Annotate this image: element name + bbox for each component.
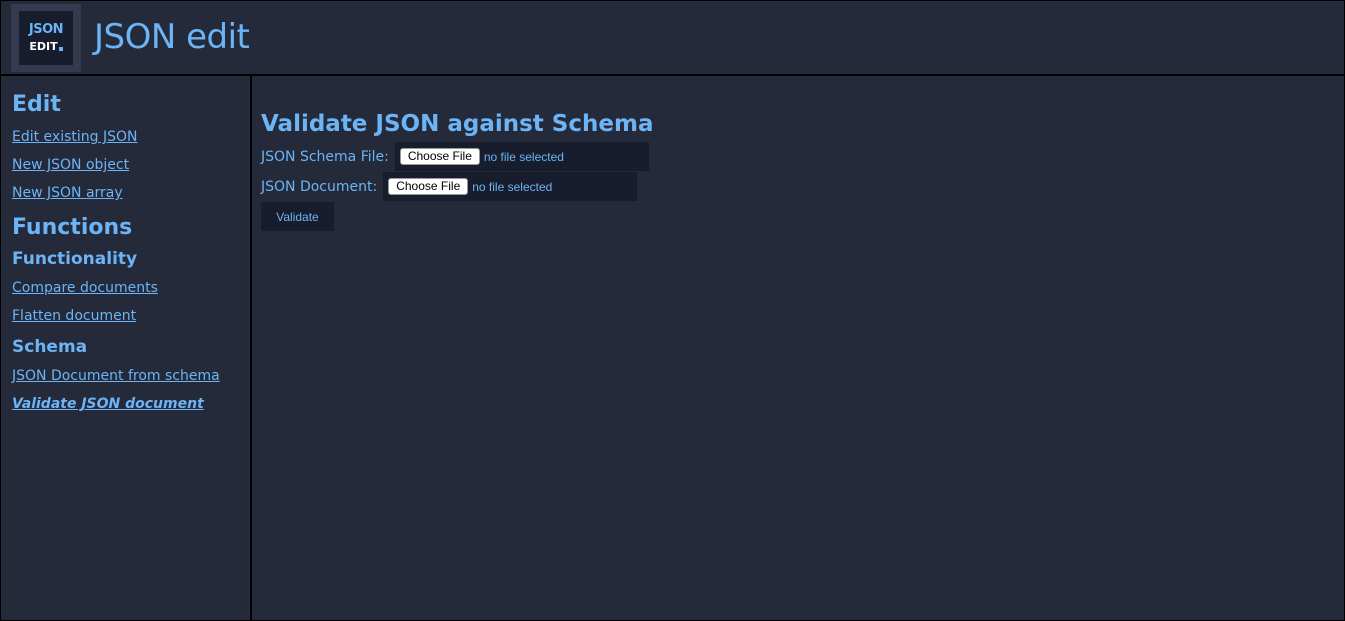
logo-text-edit: EDIT bbox=[29, 40, 63, 53]
logo-corner-icon bbox=[58, 47, 63, 51]
sidebar-link-flatten-document[interactable]: Flatten document bbox=[12, 308, 136, 324]
logo-mark: JSON EDIT bbox=[19, 11, 73, 65]
sidebar-link-validate-json-document[interactable]: Validate JSON document bbox=[12, 396, 204, 412]
sidebar-link-new-json-object[interactable]: New JSON object bbox=[12, 157, 129, 173]
schema-choose-file-button[interactable]: Choose File bbox=[399, 148, 480, 165]
app-logo[interactable]: JSON EDIT bbox=[11, 4, 81, 72]
document-file-row: JSON Document: Choose File no file selec… bbox=[261, 172, 638, 201]
sidebar-subheading-functionality: Functionality bbox=[12, 249, 138, 269]
document-file-input[interactable]: Choose File no file selected bbox=[383, 172, 638, 201]
page-title: Validate JSON against Schema bbox=[261, 111, 654, 137]
document-choose-file-button[interactable]: Choose File bbox=[388, 178, 469, 195]
sidebar-link-json-document-from-schema[interactable]: JSON Document from schema bbox=[12, 368, 220, 384]
logo-text-json: JSON bbox=[28, 22, 64, 37]
document-file-status: no file selected bbox=[472, 179, 553, 194]
main-content: Validate JSON against Schema JSON Schema… bbox=[252, 76, 1344, 621]
schema-file-row: JSON Schema File: Choose File no file se… bbox=[261, 142, 649, 171]
schema-file-label: JSON Schema File: bbox=[261, 148, 389, 165]
app-window: JSON EDIT JSON edit Edit Edit existing J… bbox=[0, 0, 1345, 621]
sidebar-link-new-json-array[interactable]: New JSON array bbox=[12, 185, 123, 201]
schema-file-status: no file selected bbox=[483, 149, 564, 164]
sidebar-link-edit-existing-json[interactable]: Edit existing JSON bbox=[12, 129, 138, 145]
sidebar-heading-functions: Functions bbox=[12, 215, 133, 240]
validate-button[interactable]: Validate bbox=[261, 202, 334, 231]
sidebar-link-compare-documents[interactable]: Compare documents bbox=[12, 280, 158, 296]
sidebar-heading-edit: Edit bbox=[12, 92, 61, 117]
app-header: JSON EDIT JSON edit bbox=[1, 1, 1344, 76]
document-file-label: JSON Document: bbox=[261, 178, 378, 195]
schema-file-input[interactable]: Choose File no file selected bbox=[394, 142, 649, 171]
sidebar-subheading-schema: Schema bbox=[12, 337, 88, 357]
app-title: JSON edit bbox=[94, 17, 250, 57]
sidebar: Edit Edit existing JSON New JSON object … bbox=[1, 76, 252, 621]
